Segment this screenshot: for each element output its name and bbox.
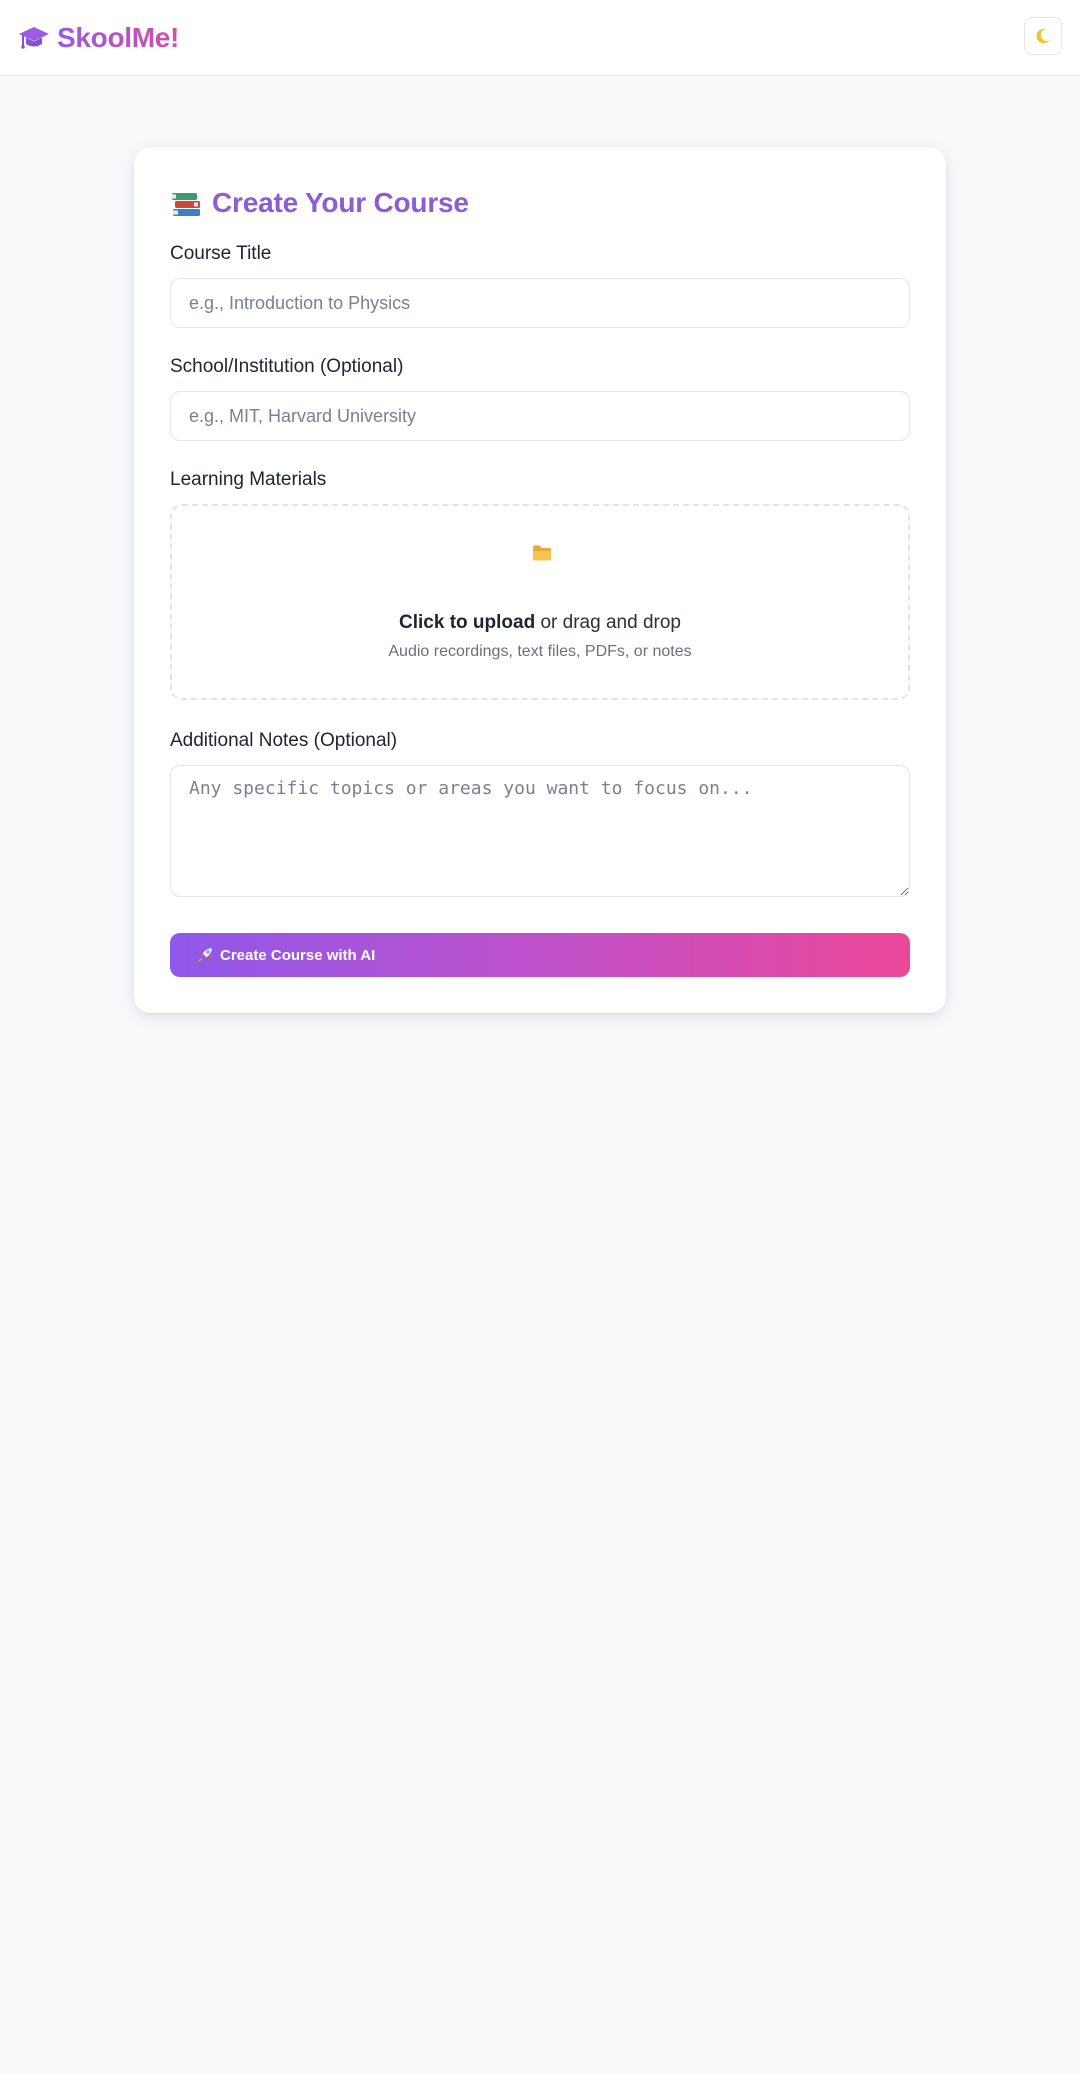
course-title-input[interactable] (170, 278, 910, 328)
books-icon (172, 193, 200, 216)
file-upload-dropzone[interactable]: Click to upload or drag and drop Audio r… (170, 504, 910, 700)
upload-instruction: Click to upload or drag and drop (172, 612, 908, 634)
upload-hint: Audio recordings, text files, PDFs, or n… (388, 643, 692, 660)
page-title-text: Create Your Course (212, 187, 469, 218)
folder-icon (533, 545, 551, 561)
brand[interactable]: SkoolMe! (18, 18, 179, 58)
create-course-button-label: Create Course with AI (220, 946, 376, 964)
graduation-cap-icon (19, 27, 49, 49)
moon-icon (1036, 28, 1050, 44)
school-input[interactable] (170, 391, 910, 441)
drag-drop-text: or drag and drop (535, 612, 681, 633)
additional-notes-textarea[interactable] (170, 765, 910, 897)
create-course-card: Create Your Course Course Title School/I… (134, 147, 946, 1013)
theme-toggle-button[interactable] (1024, 17, 1062, 55)
additional-notes-label: Additional Notes (Optional) (170, 730, 398, 751)
course-title-label: Course Title (170, 243, 272, 264)
click-to-upload-link[interactable]: Click to upload (399, 612, 535, 633)
app-name: SkoolMe! (57, 22, 180, 53)
school-label: School/Institution (Optional) (170, 356, 404, 377)
learning-materials-label: Learning Materials (170, 469, 327, 490)
page-title: Create Your Course (170, 185, 469, 221)
create-course-button[interactable]: Create Course with AI (170, 933, 910, 977)
top-navigation-bar: SkoolMe! (0, 0, 1080, 76)
rocket-icon (198, 948, 212, 962)
